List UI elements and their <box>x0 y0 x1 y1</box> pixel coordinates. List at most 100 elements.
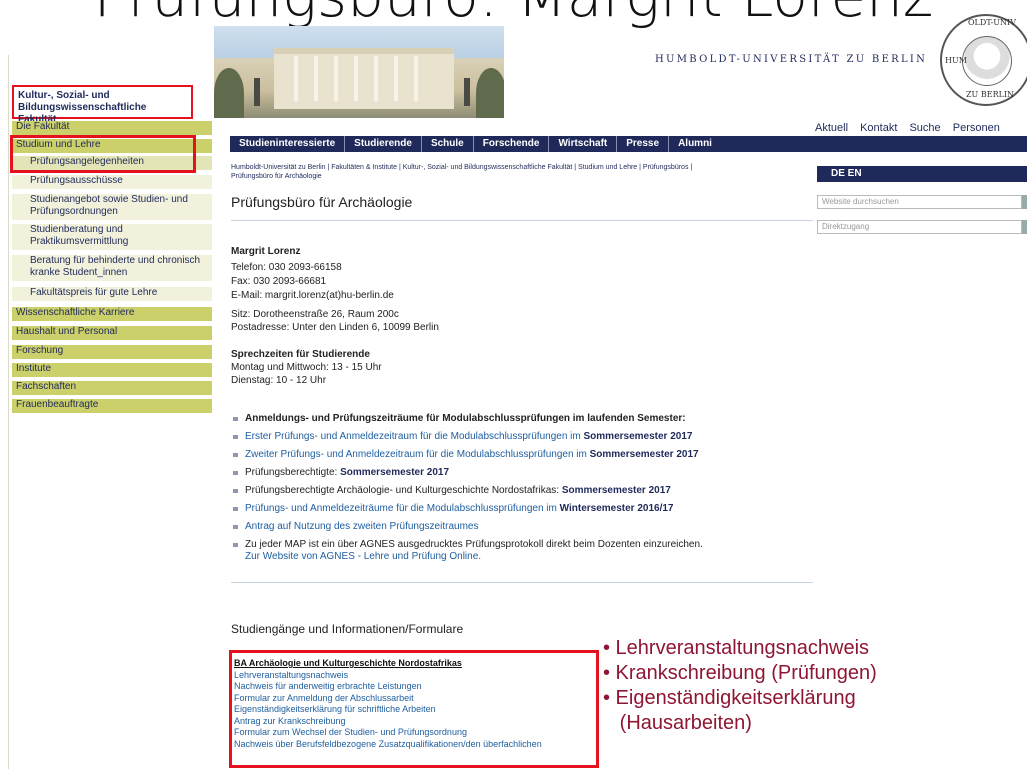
annotation-item: (Hausarbeiten) <box>603 712 752 734</box>
tree <box>476 68 504 118</box>
direct-access-field[interactable]: Direktzugang <box>817 220 1022 234</box>
nav-schule[interactable]: Schule <box>422 136 474 152</box>
sidebar-item-forschung[interactable]: Forschung <box>12 345 212 359</box>
agnes-link[interactable]: Zur Website von AGNES - Lehre und Prüfun… <box>245 551 481 562</box>
nav-alumni[interactable]: Alumni <box>669 136 721 152</box>
contact-fax: Fax: 030 2093-66681 <box>231 276 327 287</box>
sidebar-item-label: Studienberatung und <box>30 224 123 235</box>
utility-link-personen[interactable]: Personen <box>953 122 1000 134</box>
list-item: Zu jeder MAP ist ein über AGNES ausgedru… <box>233 539 793 563</box>
campus-photo <box>214 26 504 118</box>
sidebar-item-label: Prüfungsordnungen <box>30 206 118 217</box>
contact-phone: Telefon: 030 2093-66158 <box>231 262 342 273</box>
seal-portrait <box>962 36 1012 86</box>
building <box>274 48 454 109</box>
bullet-icon <box>233 525 238 529</box>
utility-link-aktuell[interactable]: Aktuell <box>815 122 848 134</box>
utility-link-suche[interactable]: Suche <box>909 122 940 134</box>
divider <box>231 220 813 221</box>
exam-periods-list: Anmeldungs- und Prüfungszeiträume für Mo… <box>233 413 793 569</box>
sidebar-item-institute[interactable]: Institute <box>12 363 212 377</box>
column <box>394 56 398 101</box>
sidebar-item-fachschaften[interactable]: Fachschaften <box>12 381 212 395</box>
bullet-icon <box>233 507 238 511</box>
list-item: Anmeldungs- und Prüfungszeiträume für Mo… <box>233 413 793 425</box>
sidebar-item-studienberatung[interactable]: Studienberatung und Praktikumsvermittlun… <box>12 224 212 250</box>
sidebar-item-label: Studienangebot sowie Studien- und <box>30 194 188 205</box>
search-button[interactable] <box>1022 195 1027 209</box>
column <box>354 56 358 101</box>
sidebar-item-fakultaetspreis[interactable]: Fakultätspreis für gute Lehre <box>12 287 212 301</box>
sidebar-item-pruefungsausschuesse[interactable]: Prüfungsausschüsse <box>12 175 212 189</box>
nav-forschende[interactable]: Forschende <box>474 136 550 152</box>
sidebar-item-fakultaet[interactable]: Die Fakultät <box>12 121 212 135</box>
utility-link-kontakt[interactable]: Kontakt <box>860 122 897 134</box>
seal-text-top: OLDT-UNIV <box>968 18 1016 27</box>
main-nav: Studieninteressierte Studierende Schule For… <box>230 136 1027 152</box>
sidebar-item-haushalt[interactable]: Haushalt und Personal <box>12 326 212 340</box>
highlight-box-ba-links <box>229 650 599 768</box>
sidebar-item-label: Beratung für behinderte und chronisch <box>30 255 201 266</box>
sidebar-item-frauenbeauftragte[interactable]: Frauenbeauftragte <box>12 399 212 413</box>
sidebar-item-label: Praktikumsvermittlung <box>30 236 129 247</box>
faculty-title[interactable]: Kultur-, Sozial- und Bildungswissenschaf… <box>12 85 193 125</box>
left-divider <box>8 55 9 769</box>
column <box>334 56 338 101</box>
page-title: Prüfungsbüro für Archäologie <box>231 194 413 210</box>
list-item[interactable]: Prüfungs- und Anmeldezeiträume für die M… <box>233 503 793 515</box>
annotation-item: • Eigenständigkeitserklärung <box>603 687 856 709</box>
contact-postal: Postadresse: Unter den Linden 6, 10099 B… <box>231 322 439 333</box>
list-item[interactable]: Zweiter Prüfungs- und Anmeldezeitraum fü… <box>233 449 793 461</box>
divider <box>231 582 813 583</box>
annotation-item: • Krankschreibung (Prüfungen) <box>603 662 877 684</box>
nav-studieninteressierte[interactable]: Studieninteressierte <box>230 136 346 152</box>
seal-text-left: HUM <box>945 56 967 65</box>
seal-text-bottom: ZU BERLIN <box>966 90 1015 99</box>
breadcrumb-line2: Prüfungsbüro für Archäologie <box>231 173 322 180</box>
sidebar-item-studienangebot[interactable]: Studienangebot sowie Studien- und Prüfun… <box>12 194 212 220</box>
bullet-icon <box>233 417 238 421</box>
university-name[interactable]: HUMBOLDT-UNIVERSITÄT ZU BERLIN <box>655 54 927 65</box>
bullet-icon <box>233 435 238 439</box>
breadcrumb: Humboldt-Universität zu Berlin | Fakultä… <box>231 163 801 181</box>
bullet-icon <box>233 489 238 493</box>
annotation-item: • Lehrveranstaltungsnachweis <box>603 637 870 659</box>
contact-office: Sitz: Dorotheenstraße 26, Raum 200c <box>231 309 399 320</box>
annotation-list: • Lehrveranstaltungsnachweis • Krankschr… <box>603 636 877 736</box>
column <box>294 56 298 101</box>
sidebar-item-karriere[interactable]: Wissenschaftliche Karriere <box>12 307 212 321</box>
direct-access-button[interactable] <box>1022 220 1027 234</box>
column <box>314 56 318 101</box>
highlight-box-sidebar <box>10 135 196 173</box>
search-input[interactable]: Website durchsuchen <box>817 195 1022 209</box>
list-item[interactable]: Prüfungsberechtigte: Sommersemester 2017 <box>233 467 793 479</box>
contact-email[interactable]: E-Mail: margrit.lorenz(at)hu-berlin.de <box>231 290 394 302</box>
tree <box>214 68 244 118</box>
language-switcher[interactable]: DE EN <box>817 166 1027 182</box>
statue <box>464 78 470 106</box>
hours-line1: Montag und Mittwoch: 13 - 15 Uhr <box>231 362 382 373</box>
hours-title: Sprechzeiten für Studierende <box>231 349 370 360</box>
slide-title: Prüfungsbüro: Margrit Lorenz <box>0 0 1027 30</box>
bullet-icon <box>233 543 238 547</box>
sidebar-item-beratung[interactable]: Beratung für behinderte und chronisch kr… <box>12 255 212 281</box>
statue <box>254 78 260 106</box>
column <box>374 56 378 101</box>
hours-line2: Dienstag: 10 - 12 Uhr <box>231 375 327 386</box>
section-title: Studiengänge und Informationen/Formulare <box>231 622 464 636</box>
list-item[interactable]: Antrag auf Nutzung des zweiten Prüfungsz… <box>233 521 793 533</box>
bullet-icon <box>233 471 238 475</box>
sidebar-item-label: kranke Student_innen <box>30 267 128 278</box>
contact-name: Margrit Lorenz <box>231 246 301 257</box>
utility-nav: Aktuell Kontakt Suche Personen <box>815 122 1009 134</box>
nav-studierende[interactable]: Studierende <box>345 136 422 152</box>
list-item[interactable]: Erster Prüfungs- und Anmeldezeitraum für… <box>233 431 793 443</box>
list-item[interactable]: Prüfungsberechtigte Archäologie- und Kul… <box>233 485 793 497</box>
column <box>414 56 418 101</box>
university-seal-icon[interactable]: OLDT-UNIV ZU BERLIN HUM <box>940 14 1027 106</box>
bullet-icon <box>233 453 238 457</box>
nav-wirtschaft[interactable]: Wirtschaft <box>549 136 618 152</box>
breadcrumb-line1[interactable]: Humboldt-Universität zu Berlin | Fakultä… <box>231 163 801 172</box>
nav-presse[interactable]: Presse <box>617 136 670 152</box>
faculty-title-line1: Kultur-, Sozial- und <box>18 90 110 101</box>
